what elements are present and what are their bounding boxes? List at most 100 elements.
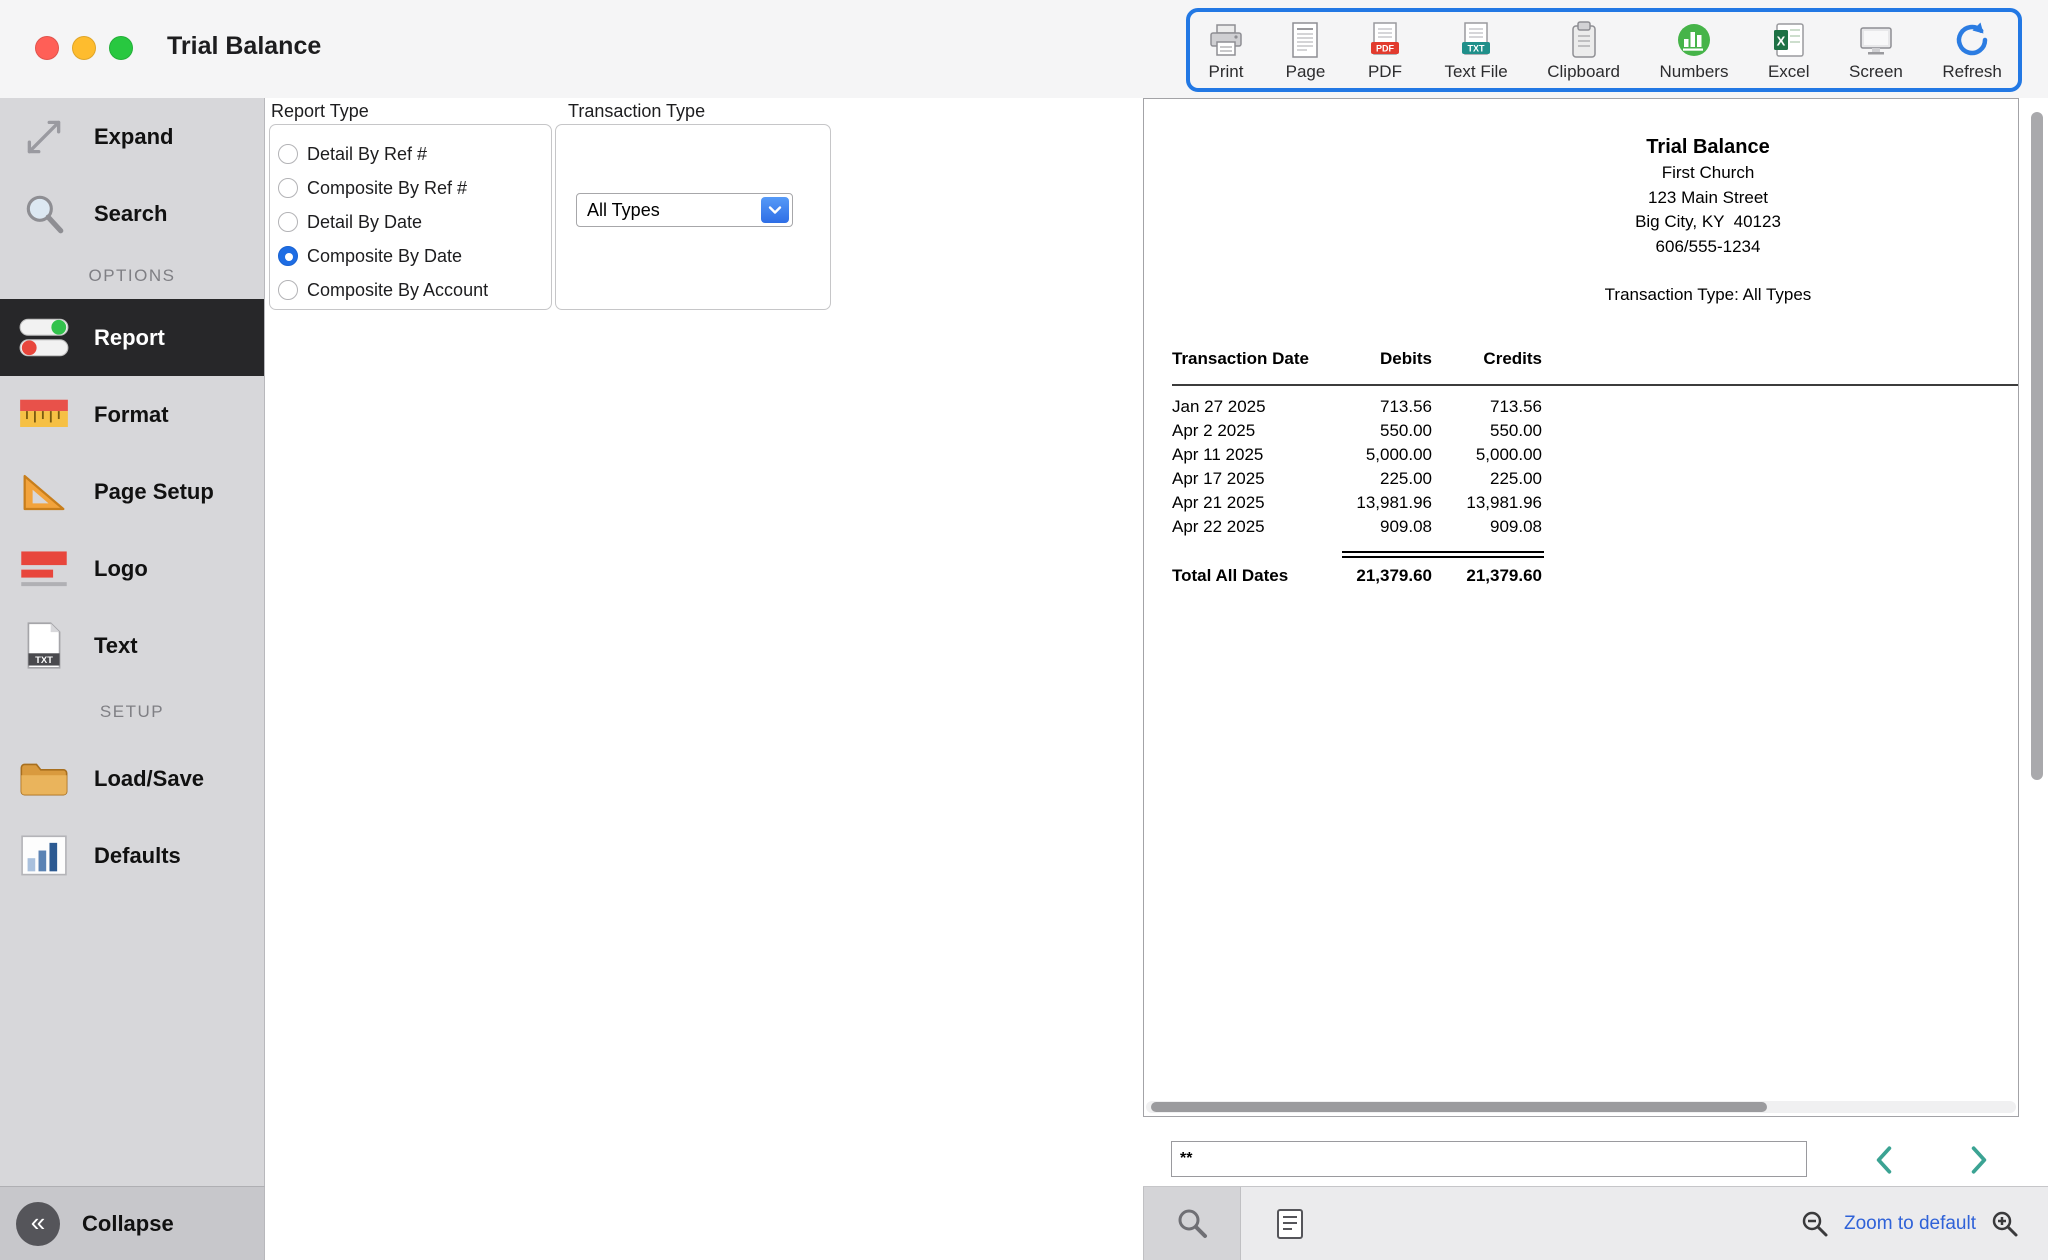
transaction-type-group: All Types [555,124,831,310]
clipboard-button[interactable]: Clipboard [1547,19,1620,82]
zoom-window-button[interactable] [109,36,133,60]
horizontal-scrollbar-thumb[interactable] [1151,1102,1767,1112]
report-filter-line: Transaction Type: All Types [1172,283,2019,308]
sidebar-item-search[interactable]: Search [0,175,264,252]
zoom-to-default-link[interactable]: Zoom to default [1844,1213,1976,1235]
screen-button[interactable]: Screen [1849,19,1903,82]
dropdown-selected-value: All Types [577,200,792,221]
screen-label: Screen [1849,62,1903,82]
sidebar-item-defaults[interactable]: Defaults [0,817,264,894]
document-lines-icon [1273,1207,1307,1241]
radio-detail-by-ref[interactable]: Detail By Ref # [270,137,551,171]
zoom-in-icon[interactable] [1990,1209,2020,1239]
sidebar-item-label: Page Setup [94,479,214,505]
table-row: Apr 11 2025 5,000.00 5,000.00 [1172,443,2019,467]
cell-credit: 909.08 [1432,517,1542,537]
pdf-button[interactable]: PDF PDF [1365,19,1405,82]
report-type-group: Detail By Ref # Composite By Ref # Detai… [269,124,552,310]
sidebar-item-load-save[interactable]: Load/Save [0,740,264,817]
numbers-label: Numbers [1659,62,1728,82]
transaction-type-dropdown[interactable]: All Types [576,193,793,227]
radio-composite-by-date[interactable]: Composite By Date [270,239,551,273]
transaction-type-legend: Transaction Type [568,101,705,122]
radio-label: Detail By Date [307,212,422,233]
search-icon [16,188,72,240]
clipboard-label: Clipboard [1547,62,1620,82]
radio-detail-by-date[interactable]: Detail By Date [270,205,551,239]
cell-date: Apr 22 2025 [1172,517,1332,537]
next-page-button[interactable] [1957,1142,2001,1178]
preview-statusbar: Zoom to default [1143,1186,2048,1260]
text-file-button[interactable]: TXT Text File [1444,19,1507,82]
export-toolbar: Print Page [1186,8,2022,92]
bar-chart-icon [16,830,72,882]
window-title: Trial Balance [167,32,321,61]
report-address-line2: Big City, KY 40123 [1172,210,2019,235]
radio-composite-by-account[interactable]: Composite By Account [270,273,551,307]
sidebar-item-label: Report [94,325,165,351]
sidebar-item-label: Expand [94,124,173,150]
collapse-icon[interactable]: « [16,1202,60,1246]
numbers-button[interactable]: Numbers [1659,19,1728,82]
refresh-button[interactable]: Refresh [1942,19,2002,82]
column-header: Credits [1432,349,1542,369]
sidebar-item-format[interactable]: Format [0,376,264,453]
magnifier-icon [1175,1207,1209,1241]
cell-date: Jan 27 2025 [1172,397,1332,417]
excel-button[interactable]: X Excel [1768,19,1810,82]
excel-label: Excel [1768,62,1810,82]
total-debits: 21,379.60 [1332,566,1432,586]
sidebar-item-label: Defaults [94,843,181,869]
sidebar-item-label: Text [94,633,138,659]
triangle-ruler-icon [16,466,72,518]
total-credits: 21,379.60 [1432,566,1542,586]
magnifier-tool-button[interactable] [1143,1187,1241,1260]
print-button[interactable]: Print [1206,19,1246,82]
chevron-down-icon [761,197,789,223]
minimize-window-button[interactable] [72,36,96,60]
page-search-input[interactable] [1171,1141,1807,1177]
sidebar-footer: « Collapse [0,1186,265,1260]
horizontal-scrollbar[interactable] [1146,1101,2016,1113]
report-organization: First Church [1172,161,2019,186]
vertical-scrollbar-thumb[interactable] [2031,112,2043,780]
cell-credit: 550.00 [1432,421,1542,441]
report-address-line1: 123 Main Street [1172,186,2019,211]
excel-icon: X [1769,19,1809,61]
radio-label: Composite By Account [307,280,488,301]
radio-composite-by-ref[interactable]: Composite By Ref # [270,171,551,205]
text-view-tool-button[interactable] [1241,1187,1339,1260]
close-window-button[interactable] [35,36,59,60]
report-page: Trial Balance First Church 123 Main Stre… [1172,99,2019,308]
sidebar-item-expand[interactable]: Expand [0,98,264,175]
sidebar-item-report[interactable]: Report [0,299,264,376]
printer-icon [1206,19,1246,61]
column-header: Debits [1332,349,1432,369]
titlebar: Trial Balance Print [0,0,2048,98]
sidebar-item-text[interactable]: TXT Text [0,607,264,684]
previous-page-button[interactable] [1862,1142,1906,1178]
svg-text:X: X [1776,33,1785,48]
zoom-out-icon[interactable] [1800,1209,1830,1239]
svg-text:TXT: TXT [1468,43,1486,53]
screen-icon [1856,19,1896,61]
zoom-controls: Zoom to default [1800,1187,2048,1260]
report-table: Transaction Date Debits Credits Jan 27 2… [1172,345,2019,588]
sidebar-item-logo[interactable]: Logo [0,530,264,607]
cell-date: Apr 11 2025 [1172,445,1332,465]
numbers-icon [1674,19,1714,61]
sidebar-item-page-setup[interactable]: Page Setup [0,453,264,530]
txt-document-icon: TXT [16,620,72,672]
radio-circle-icon [278,144,298,164]
header-rule [1172,384,2019,386]
cell-debit: 5,000.00 [1332,445,1432,465]
ruler-icon [16,389,72,441]
radio-label: Detail By Ref # [307,144,427,165]
table-row: Apr 2 2025 550.00 550.00 [1172,419,2019,443]
sidebar-item-label: Logo [94,556,148,582]
table-row: Jan 27 2025 713.56 713.56 [1172,395,2019,419]
collapse-label: Collapse [82,1211,174,1237]
column-header: Transaction Date [1172,349,1332,369]
print-label: Print [1209,62,1244,82]
page-button[interactable]: Page [1285,19,1325,82]
